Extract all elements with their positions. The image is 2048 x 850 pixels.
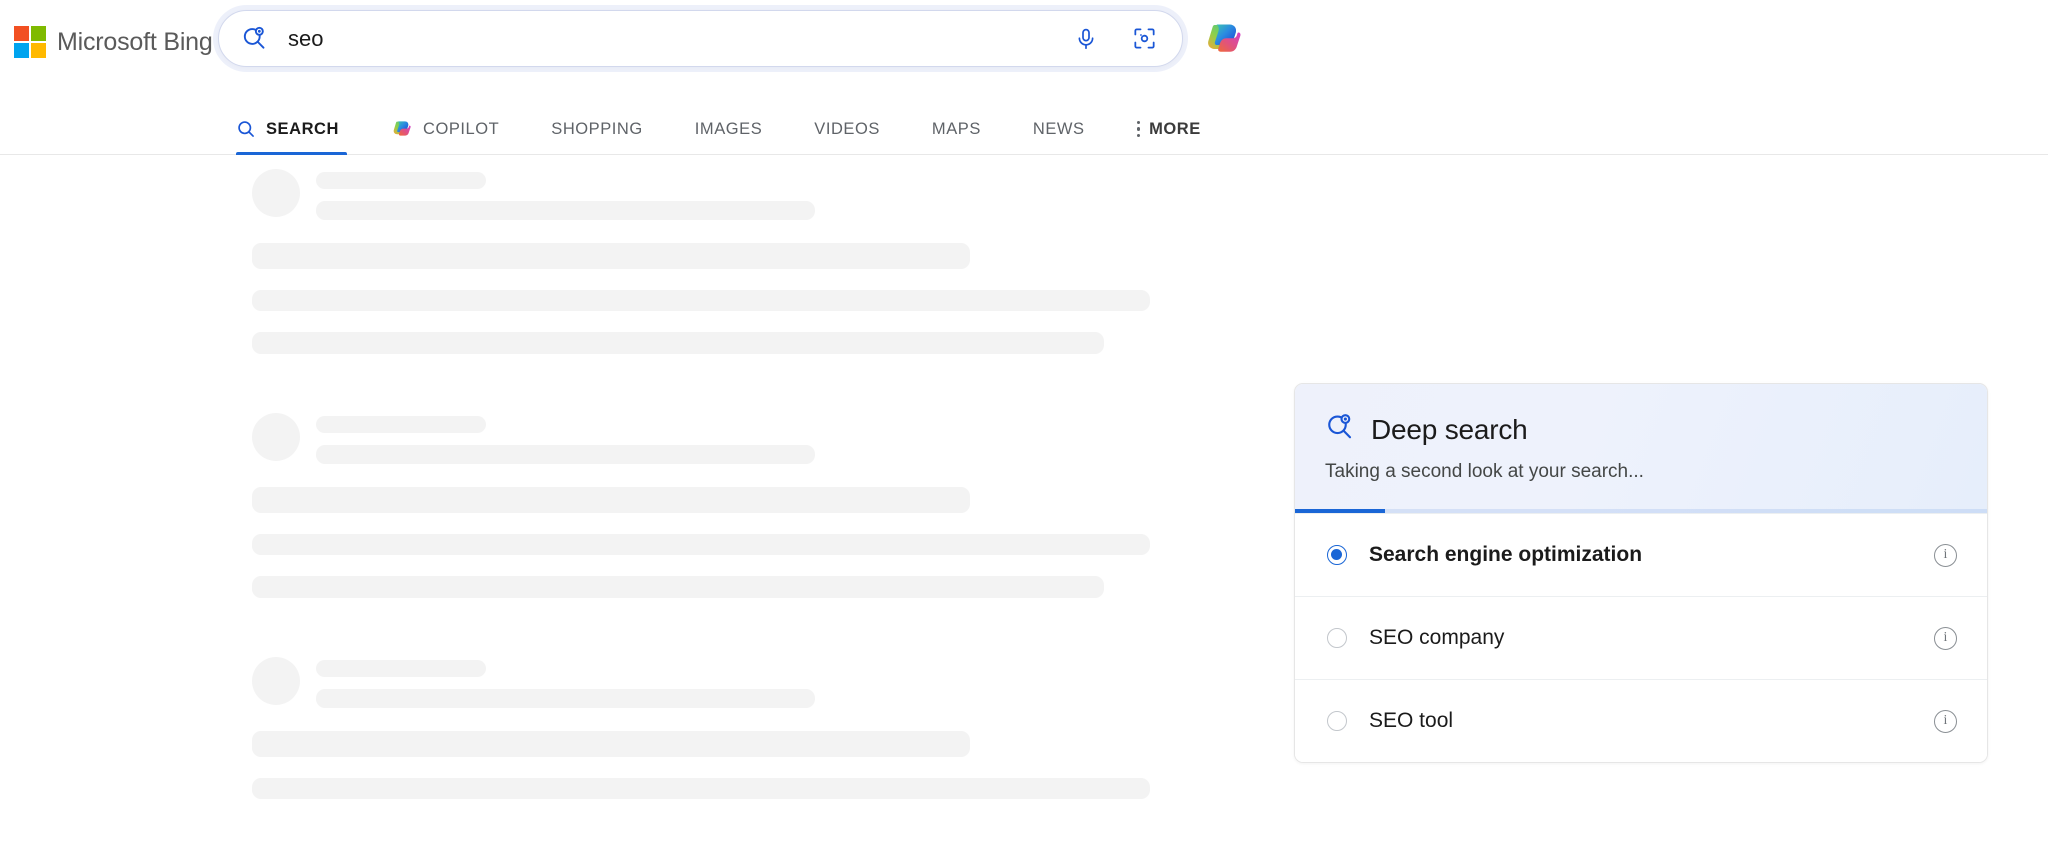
search-icon [236, 119, 256, 139]
deep-search-icon [237, 24, 271, 54]
option-label: SEO company [1369, 626, 1505, 649]
skeleton-avatar [252, 657, 300, 705]
skeleton-line [252, 290, 1150, 311]
deep-search-icon [1325, 412, 1355, 447]
tab-search[interactable]: SEARCH [236, 103, 365, 155]
overflow-dots-icon [1136, 120, 1141, 138]
tab-images[interactable]: IMAGES [669, 103, 788, 155]
skeleton-line [252, 243, 970, 269]
microsoft-logo-icon [14, 26, 46, 58]
skeleton-line [252, 576, 1104, 598]
visual-search-icon[interactable] [1128, 23, 1160, 55]
tab-label: IMAGES [694, 119, 763, 138]
skeleton-line [316, 172, 486, 189]
tab-label: NEWS [1032, 119, 1085, 138]
skeleton-line [316, 660, 486, 677]
skeleton-avatar [252, 413, 300, 461]
radio-button[interactable] [1327, 711, 1347, 731]
tab-shopping[interactable]: SHOPPING [525, 103, 669, 155]
microphone-icon[interactable] [1070, 23, 1102, 55]
info-icon[interactable]: i [1934, 709, 1957, 733]
tab-news[interactable]: NEWS [1007, 103, 1111, 155]
tab-more[interactable]: MORE [1111, 103, 1227, 155]
tab-label: SEARCH [266, 119, 339, 138]
tab-label: MORE [1149, 119, 1201, 138]
nav-tabs[interactable]: SEARCH COPILOT SHOPPING IMAGES VIDEOS MA… [236, 100, 1227, 155]
deep-search-option-row[interactable]: SEO tool i [1295, 679, 1987, 762]
skeleton-line [252, 731, 970, 757]
deep-search-status: Taking a second look at your search... [1325, 461, 1644, 482]
skeleton-line [316, 689, 815, 708]
option-label: Search engine optimization [1369, 543, 1643, 566]
search-box[interactable] [218, 10, 1183, 67]
skeleton-line [252, 332, 1104, 354]
option-label: SEO tool [1369, 709, 1454, 732]
deep-search-panel: Deep search Taking a second look at your… [1294, 383, 1988, 763]
copilot-icon [391, 118, 413, 140]
skeleton-line [316, 201, 815, 220]
skeleton-line [316, 416, 486, 433]
info-icon[interactable]: i [1934, 543, 1957, 567]
tab-label: VIDEOS [814, 119, 880, 138]
skeleton-line [252, 778, 1150, 799]
radio-button[interactable] [1327, 628, 1347, 648]
deep-search-title: Deep search [1371, 413, 1528, 445]
bing-brand-logo[interactable]: Microsoft Bing [14, 26, 213, 58]
copilot-logo-icon[interactable] [1203, 18, 1245, 60]
info-icon[interactable]: i [1934, 626, 1957, 650]
brand-name: Microsoft Bing [57, 27, 213, 56]
tab-label: MAPS [931, 119, 981, 138]
page-header: Microsoft Bing seo SEARCH COPILOT SHOPPI… [0, 0, 2048, 155]
skeleton-line [252, 487, 970, 513]
tab-maps[interactable]: MAPS [906, 103, 1007, 155]
deep-search-header: Deep search Taking a second look at your… [1295, 384, 1987, 513]
page-body: Deep search Taking a second look at your… [0, 155, 2048, 849]
skeleton-line [252, 534, 1150, 555]
deep-search-option-row[interactable]: SEO company i [1295, 596, 1987, 679]
tab-copilot[interactable]: COPILOT [365, 103, 525, 155]
tab-label: SHOPPING [551, 119, 643, 138]
tab-label: COPILOT [422, 119, 500, 138]
tab-videos[interactable]: VIDEOS [788, 103, 906, 155]
skeleton-line [316, 445, 815, 464]
deep-search-option-row[interactable]: Search engine optimization i [1295, 513, 1987, 596]
search-input[interactable] [271, 25, 1070, 52]
radio-button[interactable] [1327, 545, 1347, 565]
skeleton-avatar [252, 169, 300, 217]
